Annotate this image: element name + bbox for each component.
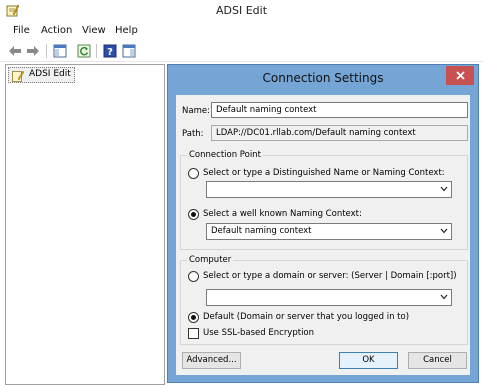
close-icon <box>455 71 465 80</box>
default-server-radio[interactable] <box>188 312 199 323</box>
default-server-radio-label[interactable]: Default (Domain or server that you logge… <box>203 312 409 322</box>
path-label: Path: <box>182 129 204 139</box>
known-context-radio-label[interactable]: Select a well known Naming Context: <box>203 209 362 219</box>
help-button[interactable]: ? <box>102 43 118 59</box>
adsi-edit-icon <box>12 70 24 82</box>
connection-point-group: Connection Point Select or type a Distin… <box>180 150 468 250</box>
tree-item-adsi-edit[interactable]: ADSI Edit <box>8 67 75 83</box>
back-arrow-icon <box>9 46 21 56</box>
toolbar-separator <box>96 44 97 58</box>
show-hide-action-pane-button[interactable] <box>121 43 137 59</box>
menu-file[interactable]: File <box>13 25 30 36</box>
known-context-combobox[interactable]: Default naming context <box>206 223 452 240</box>
console-tree-icon <box>53 44 67 58</box>
window-title: ADSI Edit <box>215 4 268 17</box>
dn-combobox[interactable] <box>206 181 452 198</box>
show-hide-console-tree-button[interactable] <box>52 43 68 59</box>
cancel-button[interactable]: Cancel <box>408 352 467 369</box>
connection-settings-dialog: Connection Settings Name: Default naming… <box>167 64 479 383</box>
computer-group: Computer Select or type a domain or serv… <box>180 255 468 345</box>
dialog-body: Name: Default naming context Path: LDAP:… <box>176 95 470 375</box>
chevron-down-icon <box>440 294 448 300</box>
menu-view[interactable]: View <box>82 25 106 36</box>
ok-button[interactable]: OK <box>339 352 398 369</box>
server-radio-label[interactable]: Select or type a domain or server: (Serv… <box>203 271 457 281</box>
refresh-button[interactable] <box>76 43 92 59</box>
name-field[interactable]: Default naming context <box>211 102 468 118</box>
help-icon: ? <box>103 44 117 58</box>
toolbar: ? <box>0 40 483 62</box>
ssl-checkbox[interactable] <box>188 328 199 339</box>
dn-radio-label[interactable]: Select or type a Distinguished Name or N… <box>203 168 445 178</box>
tree-item-label: ADSI Edit <box>29 69 71 79</box>
path-field: LDAP://DC01.rllab.com/Default naming con… <box>211 125 468 141</box>
menu-help[interactable]: Help <box>115 25 138 36</box>
server-combobox[interactable] <box>206 289 452 306</box>
dialog-title: Connection Settings <box>262 71 384 85</box>
known-context-value: Default naming context <box>211 226 312 236</box>
refresh-icon <box>77 44 91 58</box>
dn-radio[interactable] <box>188 168 199 179</box>
computer-title: Computer <box>187 255 234 265</box>
chevron-down-icon <box>440 228 448 234</box>
action-pane-icon <box>122 44 136 58</box>
console-tree-pane: ADSI Edit <box>5 64 165 385</box>
advanced-button[interactable]: Advanced... <box>182 352 241 369</box>
svg-text:?: ? <box>107 47 113 58</box>
forward-button[interactable] <box>25 43 41 59</box>
ssl-checkbox-label[interactable]: Use SSL-based Encryption <box>203 328 314 338</box>
server-radio[interactable] <box>188 271 199 282</box>
back-button[interactable] <box>7 43 23 59</box>
connection-point-title: Connection Point <box>187 150 263 160</box>
known-context-radio[interactable] <box>188 209 199 220</box>
chevron-down-icon <box>440 186 448 192</box>
menu-action[interactable]: Action <box>41 25 72 36</box>
forward-arrow-icon <box>27 46 39 56</box>
name-label: Name: <box>182 106 210 116</box>
menu-bar: File Action View Help <box>0 22 483 40</box>
toolbar-separator <box>46 44 47 58</box>
title-bar: ADSI Edit <box>0 0 483 22</box>
dialog-close-button[interactable] <box>446 66 474 85</box>
